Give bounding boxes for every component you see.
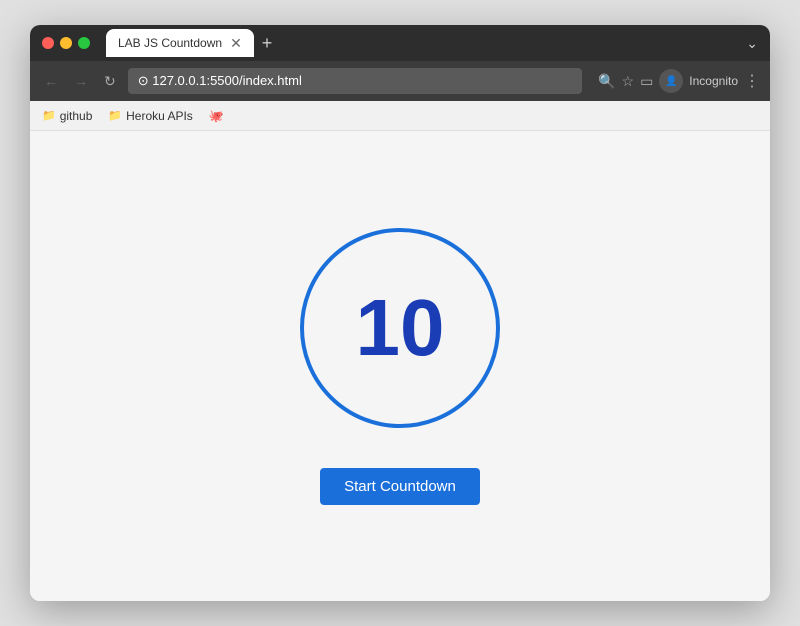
bookmark-folder-icon-2: 📁 (108, 109, 122, 122)
forward-button[interactable]: → (70, 69, 92, 93)
url-text: ⊙ 127.0.0.1:5500/index.html (138, 73, 302, 89)
new-tab-button[interactable]: + (258, 33, 277, 54)
back-button[interactable]: ← (40, 69, 62, 93)
sidebar-icon[interactable]: ▭ (640, 73, 653, 90)
countdown-circle: 10 (300, 228, 500, 428)
maximize-button[interactable] (78, 37, 90, 49)
incognito-label: Incognito (689, 74, 738, 88)
minimize-button[interactable] (60, 37, 72, 49)
title-bar: LAB JS Countdown ✕ + ⌄ (30, 25, 770, 61)
address-icons: 🔍 ☆ ▭ 👤 Incognito ⋮ (598, 69, 760, 93)
profile-avatar[interactable]: 👤 (659, 69, 683, 93)
search-icon[interactable]: 🔍 (598, 73, 615, 90)
dropdown-icon[interactable]: ⌄ (746, 35, 758, 52)
reload-button[interactable]: ↻ (100, 69, 120, 94)
bookmark-github-label: github (60, 109, 93, 123)
active-tab[interactable]: LAB JS Countdown ✕ (106, 29, 254, 57)
address-bar: ← → ↻ ⊙ 127.0.0.1:5500/index.html 🔍 ☆ ▭ … (30, 61, 770, 101)
url-bar[interactable]: ⊙ 127.0.0.1:5500/index.html (128, 68, 582, 94)
countdown-display: 10 (356, 282, 445, 374)
traffic-lights (42, 37, 90, 49)
bookmarks-bar: 📁 github 📁 Heroku APIs 🐙 (30, 101, 770, 131)
page-content: 10 Start Countdown (30, 131, 770, 601)
browser-window: LAB JS Countdown ✕ + ⌄ ← → ↻ ⊙ 127.0.0.1… (30, 25, 770, 601)
tab-close-icon[interactable]: ✕ (230, 35, 242, 52)
bookmark-heroku-label: Heroku APIs (126, 109, 193, 123)
close-button[interactable] (42, 37, 54, 49)
bookmark-heroku[interactable]: 📁 Heroku APIs (108, 109, 192, 123)
start-countdown-button[interactable]: Start Countdown (320, 468, 480, 505)
bookmark-github[interactable]: 📁 github (42, 109, 92, 123)
tab-bar: LAB JS Countdown ✕ + ⌄ (106, 29, 758, 57)
tab-label: LAB JS Countdown (118, 36, 222, 50)
octocat-icon: 🐙 (209, 109, 224, 123)
menu-icon[interactable]: ⋮ (744, 71, 760, 91)
bookmark-folder-icon: 📁 (42, 109, 56, 122)
bookmark-github-octocat[interactable]: 🐙 (209, 109, 224, 123)
bookmark-star-icon[interactable]: ☆ (622, 73, 635, 90)
